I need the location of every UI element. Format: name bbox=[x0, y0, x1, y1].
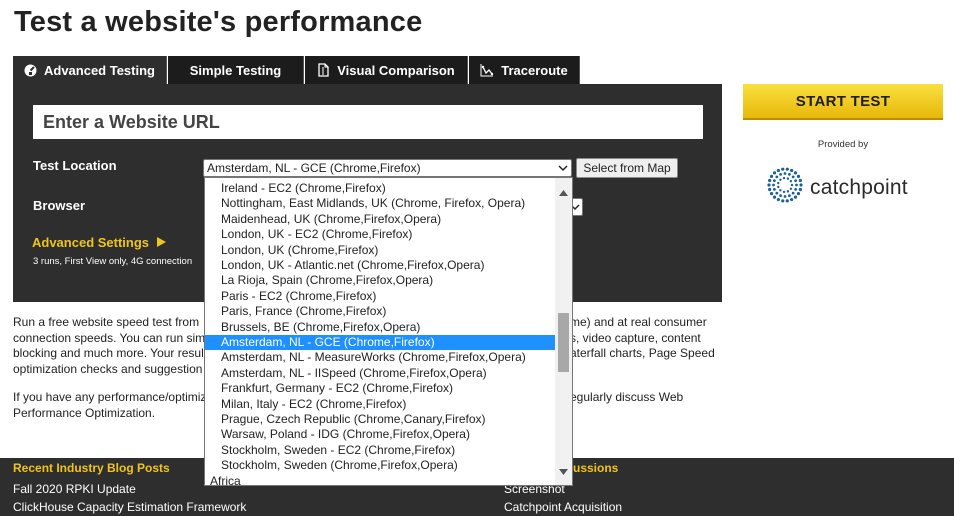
tab-advanced-testing[interactable]: Advanced Testing bbox=[13, 56, 167, 84]
contact-text: Performance Optimization. bbox=[13, 405, 156, 420]
dropdown-option[interactable]: Paris, France (Chrome,Firefox) bbox=[205, 304, 556, 319]
browser-label: Browser bbox=[33, 198, 86, 213]
tab-label: Visual Comparison bbox=[337, 62, 455, 78]
advanced-settings-summary: 3 runs, First View only, 4G connection bbox=[33, 256, 193, 267]
catchpoint-dots-icon bbox=[766, 166, 804, 209]
play-arrow-icon bbox=[157, 235, 167, 250]
dropdown-option[interactable]: Maidenhead, UK (Chrome,Firefox,Opera) bbox=[205, 212, 556, 227]
advanced-settings-label: Advanced Settings bbox=[32, 235, 150, 250]
scroll-up-arrow-icon[interactable] bbox=[559, 183, 568, 201]
contact-text: If you have any performance/optimiz bbox=[13, 390, 207, 404]
tab-label: Traceroute bbox=[501, 62, 568, 78]
document-compare-icon bbox=[317, 63, 330, 77]
test-location-select[interactable]: Amsterdam, NL - GCE (Chrome,Firefox) bbox=[203, 159, 572, 177]
traceroute-icon bbox=[480, 63, 494, 77]
test-location-dropdown[interactable]: Ireland - EC2 (Chrome,Firefox) Nottingham… bbox=[204, 177, 573, 486]
dropdown-option[interactable]: Milan, Italy - EC2 (Chrome,Firefox) bbox=[205, 397, 556, 412]
intro-text: blocking and much more. Your resul bbox=[13, 346, 204, 360]
test-location-label: Test Location bbox=[33, 158, 117, 173]
scrollbar-thumb[interactable] bbox=[558, 313, 569, 372]
dropdown-option[interactable]: Ireland - EC2 (Chrome,Firefox) bbox=[205, 181, 556, 196]
provided-by-label: Provided by bbox=[817, 139, 869, 150]
dropdown-option[interactable]: Warsaw, Poland - IDG (Chrome,Firefox,Ope… bbox=[205, 427, 556, 442]
intro-text: s, video capture, content bbox=[570, 330, 701, 345]
dropdown-option[interactable]: London, UK (Chrome,Firefox) bbox=[205, 243, 556, 258]
intro-text: me) and at real consumer bbox=[570, 315, 707, 329]
dropdown-option[interactable]: Amsterdam, NL - IISpeed (Chrome,Firefox,… bbox=[205, 366, 556, 381]
tab-traceroute[interactable]: Traceroute bbox=[469, 56, 580, 84]
intro-text: Run a free website speed test from bbox=[13, 315, 200, 329]
dropdown-option[interactable]: London, UK - Atlantic.net (Chrome,Firefo… bbox=[205, 258, 556, 273]
dropdown-option[interactable]: Stockholm, Sweden - EC2 (Chrome,Firefox) bbox=[205, 443, 556, 458]
discussion-link[interactable]: Catchpoint Acquisition bbox=[504, 500, 622, 514]
dropdown-option[interactable]: Nottingham, East Midlands, UK (Chrome, F… bbox=[205, 196, 556, 211]
tab-label: Advanced Testing bbox=[43, 62, 155, 78]
dropdown-group-label: Africa bbox=[210, 473, 241, 486]
dropdown-option[interactable]: La Rioja, Spain (Chrome,Firefox,Opera) bbox=[205, 273, 556, 288]
select-from-map-button[interactable]: Select from Map bbox=[576, 158, 678, 178]
intro-text: optimization checks and suggestion bbox=[13, 361, 203, 376]
dropdown-option[interactable]: Frankfurt, Germany - EC2 (Chrome,Firefox… bbox=[205, 381, 556, 396]
dropdown-option[interactable]: Amsterdam, NL - GCE (Chrome,Firefox) bbox=[205, 335, 556, 351]
tab-visual-comparison[interactable]: Visual Comparison bbox=[305, 56, 468, 84]
dropdown-option[interactable]: Brussels, BE (Chrome,Firefox,Opera) bbox=[205, 320, 556, 335]
selected-location: Amsterdam, NL - GCE (Chrome,Firefox) bbox=[207, 161, 421, 175]
dropdown-option[interactable]: London, UK - EC2 (Chrome,Firefox) bbox=[205, 227, 556, 242]
url-input[interactable] bbox=[33, 105, 703, 139]
intro-text: connection speeds. You can run sim bbox=[13, 330, 206, 345]
scroll-down-arrow-icon[interactable] bbox=[559, 462, 568, 480]
catchpoint-wordmark: catchpoint bbox=[810, 175, 908, 199]
blog-post-link[interactable]: ClickHouse Capacity Estimation Framework bbox=[13, 500, 246, 514]
dropdown-option[interactable]: Paris - EC2 (Chrome,Firefox) bbox=[205, 289, 556, 304]
contact-text: egularly discuss Web bbox=[570, 390, 684, 404]
blog-posts-heading: Recent Industry Blog Posts bbox=[13, 461, 170, 475]
tab-label: Simple Testing bbox=[189, 62, 282, 78]
advanced-settings-toggle[interactable]: Advanced Settings bbox=[32, 235, 167, 250]
page-title: Test a website's performance bbox=[14, 6, 423, 38]
discussions-heading: ussions bbox=[573, 461, 619, 475]
dropdown-option[interactable]: Prague, Czech Republic (Chrome,Canary,Fi… bbox=[205, 412, 556, 427]
start-test-button[interactable]: START TEST bbox=[743, 84, 943, 120]
gauge-icon bbox=[24, 64, 37, 77]
catchpoint-logo[interactable]: catchpoint bbox=[766, 166, 908, 209]
tab-simple-testing[interactable]: Simple Testing bbox=[168, 56, 304, 84]
intro-text: aterfall charts, Page Speed bbox=[570, 346, 715, 360]
dropdown-scrollbar[interactable] bbox=[555, 178, 572, 485]
dropdown-option[interactable]: Amsterdam, NL - MeasureWorks (Chrome,Fir… bbox=[205, 350, 556, 365]
dropdown-option[interactable]: Stockholm, Sweden (Chrome,Firefox,Opera) bbox=[205, 458, 556, 473]
blog-post-link[interactable]: Fall 2020 RPKI Update bbox=[13, 482, 136, 496]
